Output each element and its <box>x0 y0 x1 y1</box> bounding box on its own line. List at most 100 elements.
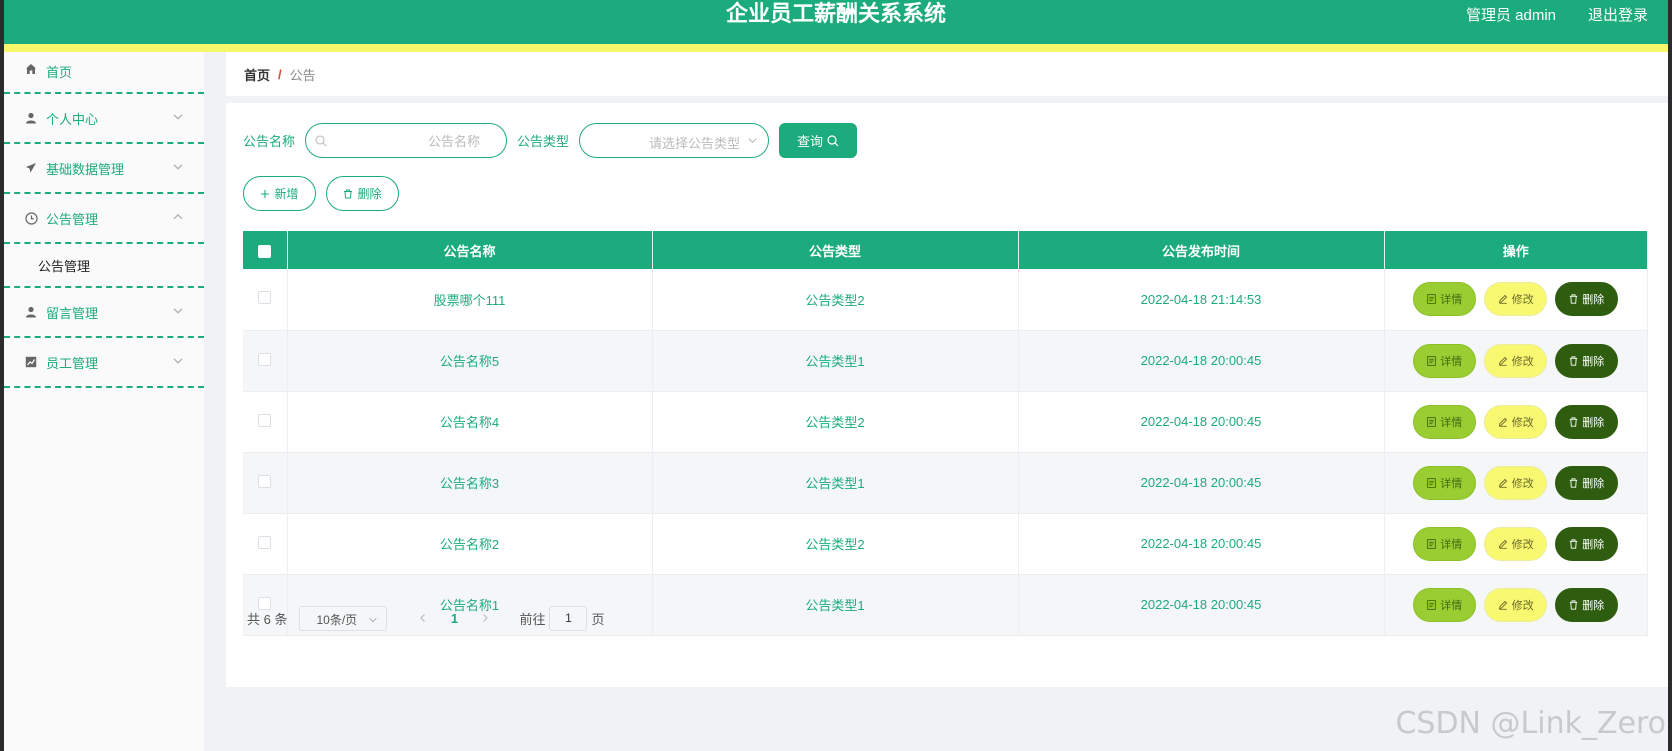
batch-delete-button[interactable]: 删除 <box>326 176 399 211</box>
goto-page-input[interactable]: 1 <box>549 606 588 631</box>
current-user-label: 管理员 admin <box>1465 7 1556 24</box>
sidebar-subitem-notice-management[interactable]: 公告管理 <box>4 244 204 288</box>
chevron-down-icon <box>173 164 183 170</box>
notice-type-select[interactable]: 请选择公告类型 <box>579 123 770 158</box>
sidebar-item-home[interactable]: 首页 <box>4 52 204 94</box>
delete-button-label: 删除 <box>1582 477 1605 490</box>
edit-button[interactable]: 修改 <box>1484 282 1548 317</box>
home-icon <box>24 62 38 76</box>
detail-button[interactable]: 详情 <box>1413 343 1477 378</box>
row-checkbox[interactable] <box>258 535 272 549</box>
breadcrumb-home[interactable]: 首页 <box>244 65 270 84</box>
next-page-button[interactable] <box>471 611 499 626</box>
table-row: 公告名称5 公告类型1 2022-04-18 20:00:45 详情 修改 删除 <box>243 330 1648 392</box>
delete-button[interactable]: 删除 <box>1555 282 1619 317</box>
prev-page-button[interactable] <box>409 611 437 626</box>
page-size-value: 10条/页 <box>316 613 358 627</box>
page-number-current[interactable]: 1 <box>437 611 471 626</box>
sidebar-item-employee-management[interactable]: 员工管理 <box>4 338 204 388</box>
notice-time-cell: 2022-04-18 20:00:45 <box>1018 574 1385 636</box>
delete-button[interactable]: 删除 <box>1555 404 1619 439</box>
select-all-checkbox[interactable] <box>258 244 272 258</box>
page-size-select[interactable]: 10条/页 <box>299 606 388 631</box>
sidebar-item-label: 公告管理 <box>46 211 99 227</box>
detail-button[interactable]: 详情 <box>1413 465 1477 500</box>
edit-button[interactable]: 修改 <box>1484 587 1548 622</box>
edit-button[interactable]: 修改 <box>1484 465 1548 500</box>
ops-cell: 详情 修改 删除 <box>1384 513 1648 575</box>
ops-cell: 详情 修改 删除 <box>1384 391 1648 453</box>
notice-name-cell: 股票哪个111 <box>287 269 653 331</box>
edit-button[interactable]: 修改 <box>1484 343 1548 378</box>
row-checkbox[interactable] <box>258 474 272 488</box>
trash-icon <box>343 189 353 199</box>
goto-label: 前往 <box>519 612 546 627</box>
edit-button-label: 修改 <box>1511 538 1534 551</box>
notice-time-cell: 2022-04-18 20:00:45 <box>1018 330 1385 392</box>
document-icon <box>1427 355 1437 366</box>
sidebar-item-notice-management[interactable]: 公告管理 <box>4 194 204 244</box>
notice-name-cell: 公告名称4 <box>287 391 653 453</box>
sidebar-item-label: 基础数据管理 <box>46 161 125 177</box>
query-button[interactable]: 查询 <box>779 123 858 158</box>
edit-button-label: 修改 <box>1511 477 1534 490</box>
detail-button[interactable]: 详情 <box>1413 282 1477 317</box>
row-checkbox[interactable] <box>258 352 272 366</box>
edit-button[interactable]: 修改 <box>1484 404 1548 439</box>
trash-icon <box>1569 294 1578 304</box>
column-header-name: 公告名称 <box>287 231 653 269</box>
search-form: 公告名称 公告类型 请选择公告类型 查询 <box>243 123 858 158</box>
notice-type-placeholder: 请选择公告类型 <box>649 136 741 151</box>
add-button[interactable]: 新增 <box>243 176 316 211</box>
notice-time-cell: 2022-04-18 21:14:53 <box>1018 269 1385 331</box>
logout-button[interactable]: 退出登录 <box>1588 4 1648 25</box>
document-icon <box>1427 477 1437 488</box>
notice-name-input[interactable] <box>336 132 481 150</box>
row-select-cell <box>243 513 288 575</box>
edit-button-label: 修改 <box>1511 355 1534 368</box>
row-select-cell <box>243 330 288 392</box>
edit-button[interactable]: 修改 <box>1484 526 1548 561</box>
plus-icon <box>260 189 270 199</box>
trash-icon <box>1569 599 1578 610</box>
chevron-right-icon <box>483 614 489 622</box>
row-select-cell <box>243 391 288 453</box>
window-frame-right <box>1668 0 1672 751</box>
pencil-icon <box>1498 478 1508 488</box>
notice-type-cell: 公告类型2 <box>652 513 1019 575</box>
sidebar-item-message-management[interactable]: 留言管理 <box>4 288 204 338</box>
delete-button[interactable]: 删除 <box>1555 465 1619 500</box>
sidebar-item-personal-center[interactable]: 个人中心 <box>4 94 204 144</box>
search-icon <box>827 134 839 146</box>
notice-type-cell: 公告类型1 <box>652 330 1019 392</box>
chevron-down-icon <box>173 358 183 364</box>
notice-time-cell: 2022-04-18 20:00:45 <box>1018 513 1385 575</box>
top-header: 企业员工薪酬关系系统 管理员 admin 退出登录 <box>4 0 1668 44</box>
delete-button[interactable]: 删除 <box>1555 526 1619 561</box>
edit-button-label: 修改 <box>1511 599 1534 612</box>
notice-type-cell: 公告类型2 <box>652 269 1019 331</box>
delete-button[interactable]: 删除 <box>1555 343 1619 378</box>
notice-name-cell: 公告名称2 <box>287 513 653 575</box>
notice-type-cell: 公告类型1 <box>652 574 1019 636</box>
pencil-icon <box>1498 417 1508 427</box>
table-row: 公告名称4 公告类型2 2022-04-18 20:00:45 详情 修改 删除 <box>243 391 1648 453</box>
table-row: 股票哪个111 公告类型2 2022-04-18 21:14:53 详情 修改 删除 <box>243 269 1648 331</box>
document-icon <box>1427 416 1437 427</box>
notice-type-label: 公告类型 <box>517 134 570 149</box>
table-row: 公告名称3 公告类型1 2022-04-18 20:00:45 详情 修改 删除 <box>243 452 1648 514</box>
sidebar-item-base-data[interactable]: 基础数据管理 <box>4 144 204 194</box>
detail-button[interactable]: 详情 <box>1413 526 1477 561</box>
detail-button[interactable]: 详情 <box>1413 587 1477 622</box>
row-checkbox[interactable] <box>258 413 272 427</box>
notice-type-cell: 公告类型1 <box>652 452 1019 514</box>
row-checkbox[interactable] <box>258 291 272 305</box>
detail-button[interactable]: 详情 <box>1413 404 1477 439</box>
delete-button-label: 删除 <box>1582 294 1605 307</box>
notice-name-field[interactable] <box>305 123 508 158</box>
delete-button[interactable]: 删除 <box>1555 587 1619 622</box>
pagination-total: 共 6 条 <box>247 612 288 627</box>
user-icon <box>24 305 38 319</box>
document-icon <box>1427 538 1437 549</box>
delete-button-label: 删除 <box>1582 355 1605 368</box>
